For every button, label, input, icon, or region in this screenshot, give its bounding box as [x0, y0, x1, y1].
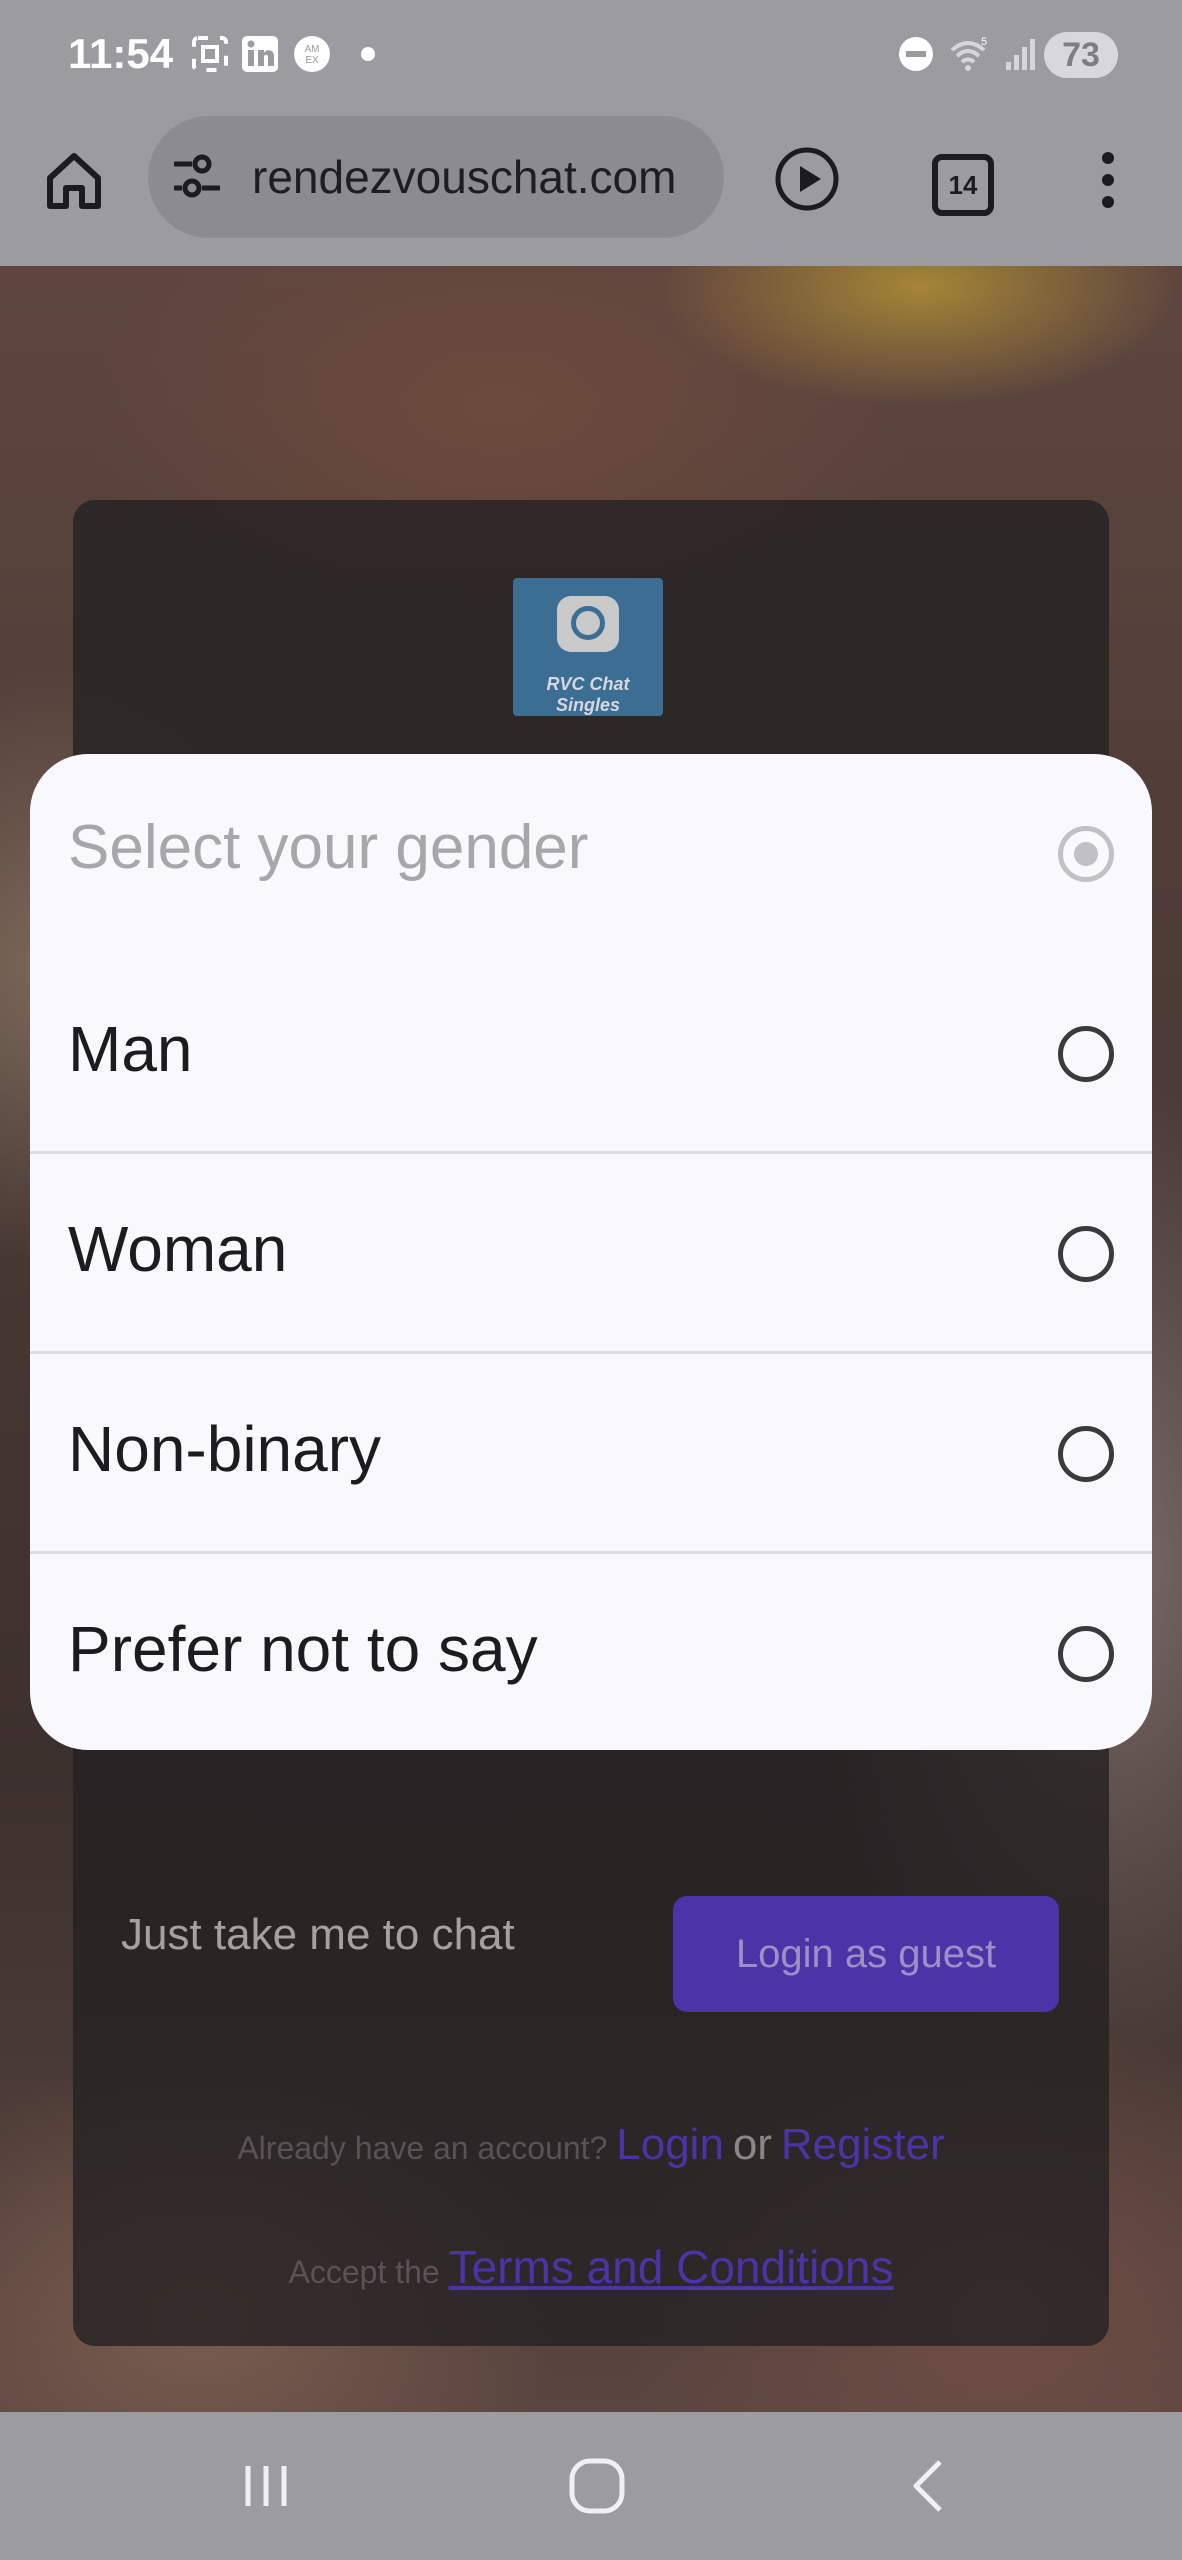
- logo-text: RVC Chat Singles: [546, 674, 630, 715]
- address-bar[interactable]: rendezvouschat.com: [148, 116, 724, 238]
- screenshot-icon: [192, 36, 228, 72]
- tab-switcher-button[interactable]: 14: [932, 154, 994, 216]
- option-label: Non-binary: [68, 1413, 382, 1485]
- guest-prompt: Just take me to chat: [121, 1910, 515, 1959]
- login-link[interactable]: Login: [616, 2120, 724, 2169]
- status-time: 11:54: [68, 30, 174, 77]
- gender-option-non-binary[interactable]: Non-binary: [30, 1351, 1152, 1554]
- gender-option-woman[interactable]: Woman: [30, 1151, 1152, 1354]
- radio-button[interactable]: [1058, 1026, 1114, 1082]
- gender-select-dialog: Select your gender Man Woman Non-binary …: [30, 754, 1152, 1750]
- login-as-guest-button[interactable]: Login as guest: [673, 1896, 1059, 2012]
- svg-text:5: 5: [981, 36, 987, 48]
- more-menu-icon[interactable]: [1090, 150, 1126, 210]
- site-settings-icon[interactable]: [170, 152, 226, 202]
- dialog-header: Select your gender: [30, 754, 1152, 954]
- play-icon[interactable]: [774, 146, 840, 212]
- url-text[interactable]: rendezvouschat.com: [252, 116, 712, 238]
- system-nav-bar: [0, 2412, 1182, 2560]
- rvc-logo: RVC Chat Singles: [513, 578, 663, 716]
- recent-apps-icon[interactable]: [236, 2456, 296, 2516]
- back-icon[interactable]: [900, 2456, 960, 2516]
- do-not-disturb-icon: [899, 37, 933, 71]
- chat-bubble-icon: [557, 596, 619, 652]
- home-nav-icon[interactable]: [562, 2456, 632, 2516]
- option-label: Woman: [68, 1213, 288, 1285]
- option-label: Man: [68, 1013, 193, 1085]
- account-prefix: Already have an account?: [237, 2130, 608, 2166]
- terms-prefix: Accept the: [288, 2254, 440, 2290]
- amex-icon: AM EX: [294, 36, 330, 72]
- status-bar: 11:54 AM EX 5 73: [0, 0, 1182, 112]
- dialog-title: Select your gender: [68, 813, 589, 882]
- terms-line: Accept the Terms and Conditions: [73, 2240, 1109, 2294]
- account-line: Already have an account? Login or Regist…: [73, 2120, 1109, 2170]
- placeholder-radio: [1058, 826, 1114, 882]
- wifi-icon: 5: [950, 36, 987, 71]
- radio-button[interactable]: [1058, 1226, 1114, 1282]
- linkedin-icon: [242, 36, 278, 72]
- gender-option-prefer-not-to-say[interactable]: Prefer not to say: [30, 1551, 1152, 1750]
- home-icon[interactable]: [42, 148, 106, 212]
- notification-dot-icon: [361, 47, 375, 61]
- gender-option-man[interactable]: Man: [30, 954, 1152, 1154]
- radio-button[interactable]: [1058, 1626, 1114, 1682]
- signal-icon: [1006, 39, 1035, 70]
- battery-indicator: 73: [1044, 32, 1118, 78]
- svg-text:AM: AM: [305, 44, 320, 55]
- or-text: or: [732, 2120, 772, 2169]
- svg-text:EX: EX: [305, 55, 319, 66]
- terms-link[interactable]: Terms and Conditions: [449, 2241, 894, 2293]
- radio-button[interactable]: [1058, 1426, 1114, 1482]
- browser-toolbar: rendezvouschat.com 14: [0, 112, 1182, 266]
- option-label: Prefer not to say: [68, 1613, 538, 1685]
- register-link[interactable]: Register: [781, 2120, 945, 2169]
